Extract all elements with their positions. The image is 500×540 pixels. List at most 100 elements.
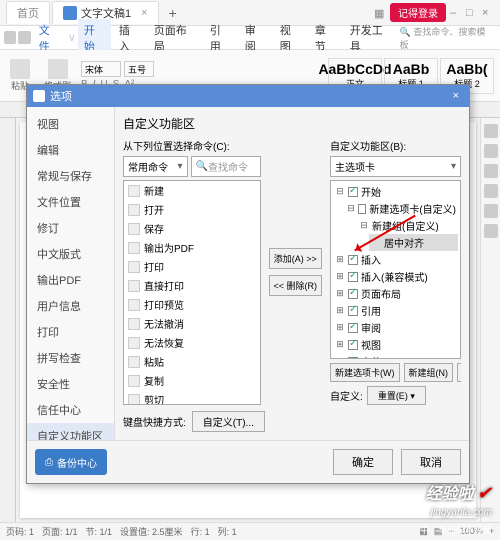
tab-close-icon[interactable]: × <box>141 7 147 19</box>
command-item[interactable]: 打开 <box>124 200 260 219</box>
checkbox[interactable] <box>348 289 358 299</box>
grid-icon[interactable]: ▦ <box>374 7 386 19</box>
checkbox[interactable] <box>348 255 358 265</box>
cancel-button[interactable]: 取消 <box>401 449 461 475</box>
minimize-icon[interactable]: – <box>450 7 462 19</box>
command-item[interactable]: 新建 <box>124 181 260 200</box>
side-tool-icon[interactable] <box>484 124 498 138</box>
checkbox[interactable] <box>348 306 358 316</box>
tree-item[interactable]: ⊟新建组(自定义) <box>357 217 458 234</box>
reset-button[interactable]: 重置(E) ▾ <box>367 386 426 405</box>
side-tool-icon[interactable] <box>484 144 498 158</box>
new-group-button[interactable]: 新建组(N) <box>404 363 454 382</box>
commands-listbox[interactable]: 新建打开保存输出为PDF打印直接打印打印预览无法撤消无法恢复粘贴复制剪切加粗居中… <box>123 180 261 405</box>
font-size-select[interactable]: 五号 <box>124 61 154 77</box>
status-page[interactable]: 页码: 1 <box>6 525 34 538</box>
dialog-title: 选项 <box>50 88 72 104</box>
nav-item[interactable]: 输出PDF <box>27 267 114 293</box>
side-tool-icon[interactable] <box>484 164 498 178</box>
maximize-icon[interactable]: □ <box>466 7 478 19</box>
dialog-titlebar[interactable]: 选项 × <box>27 85 469 107</box>
expand-icon[interactable]: ⊞ <box>335 305 345 316</box>
nav-item[interactable]: 常规与保存 <box>27 163 114 189</box>
nav-item[interactable]: 自定义功能区 <box>27 423 114 440</box>
tree-item[interactable]: ⊞引用 <box>333 302 458 319</box>
command-item[interactable]: 剪切 <box>124 390 260 405</box>
expand-icon[interactable]: ⊞ <box>335 356 345 359</box>
command-item[interactable]: 输出为PDF <box>124 238 260 257</box>
side-tool-icon[interactable] <box>484 184 498 198</box>
tree-item[interactable]: ⊞章节 <box>333 353 458 359</box>
tree-item[interactable]: ⊞审阅 <box>333 319 458 336</box>
menu-bar: 文件 ∨ 开始 插入 页面布局 引用 审阅 视图 章节 开发工具 🔍 查找命令、… <box>0 26 500 50</box>
nav-item[interactable]: 信任中心 <box>27 397 114 423</box>
tree-item[interactable]: ⊟新建选项卡(自定义) <box>345 200 458 217</box>
expand-icon[interactable]: ⊞ <box>335 254 345 265</box>
close-icon[interactable]: × <box>482 7 494 19</box>
nav-item[interactable]: 拼写检查 <box>27 345 114 371</box>
command-icon <box>128 204 140 216</box>
choose-commands-label: 从下列位置选择命令(C): <box>123 138 261 153</box>
nav-item[interactable]: 修订 <box>27 215 114 241</box>
nav-item[interactable]: 安全性 <box>27 371 114 397</box>
commands-category-combo[interactable]: 常用命令▾ <box>123 156 188 177</box>
side-tool-icon[interactable] <box>484 204 498 218</box>
checkbox[interactable] <box>348 323 358 333</box>
backup-center-button[interactable]: ⎙ 备份中心 <box>35 449 107 475</box>
expand-icon[interactable]: ⊞ <box>335 288 345 299</box>
tree-item[interactable]: 居中对齐 <box>369 234 458 251</box>
nav-item[interactable]: 文件位置 <box>27 189 114 215</box>
font-name-select[interactable]: 宋体 <box>81 61 121 77</box>
nav-item[interactable]: 中文版式 <box>27 241 114 267</box>
expand-icon[interactable]: ⊞ <box>335 322 345 333</box>
command-item[interactable]: 复制 <box>124 371 260 390</box>
command-item[interactable]: 无法恢复 <box>124 333 260 352</box>
nav-item[interactable]: 视图 <box>27 111 114 137</box>
tree-item[interactable]: ⊞插入 <box>333 251 458 268</box>
remove-button[interactable]: << 删除(R) <box>269 275 323 296</box>
expand-icon[interactable]: ⊟ <box>335 186 345 197</box>
undo-icon[interactable] <box>18 31 30 44</box>
command-item[interactable]: 保存 <box>124 219 260 238</box>
checkbox[interactable] <box>348 357 358 360</box>
ok-button[interactable]: 确定 <box>333 449 393 475</box>
command-item[interactable]: 粘贴 <box>124 352 260 371</box>
tree-item[interactable]: ⊟开始 <box>333 183 458 200</box>
command-item[interactable]: 无法撤消 <box>124 314 260 333</box>
customize-shortcuts-button[interactable]: 自定义(T)... <box>192 411 265 432</box>
command-item[interactable]: 打印预览 <box>124 295 260 314</box>
checkbox[interactable] <box>358 204 366 214</box>
save-icon[interactable] <box>4 31 16 44</box>
tree-item[interactable]: ⊞视图 <box>333 336 458 353</box>
tree-item[interactable]: ⊞页面布局 <box>333 285 458 302</box>
dialog-close-button[interactable]: × <box>449 90 463 102</box>
expand-icon[interactable]: ⊟ <box>359 220 369 231</box>
side-tool-icon[interactable] <box>484 224 498 238</box>
expand-icon[interactable]: ⊞ <box>335 271 345 282</box>
checkbox[interactable] <box>348 340 358 350</box>
status-pages[interactable]: 页面: 1/1 <box>42 525 78 538</box>
new-tab-button[interactable]: 新建选项卡(W) <box>330 363 400 382</box>
add-button[interactable]: 添加(A) >> <box>269 248 323 269</box>
checkbox[interactable] <box>348 272 358 282</box>
backup-icon: ⎙ <box>45 457 53 468</box>
rename-button[interactable]: 重命名(M)... <box>457 363 461 382</box>
nav-item[interactable]: 打印 <box>27 319 114 345</box>
chevron-down-icon: ▾ <box>177 161 182 172</box>
nav-item[interactable]: 用户信息 <box>27 293 114 319</box>
command-item[interactable]: 直接打印 <box>124 276 260 295</box>
expand-icon[interactable]: ⊞ <box>335 339 345 350</box>
nav-item[interactable]: 编辑 <box>27 137 114 163</box>
ribbon-tabs-combo[interactable]: 主选项卡▾ <box>330 156 461 177</box>
checkbox[interactable] <box>348 187 358 197</box>
search-commands-input[interactable]: 🔍 查找命令 <box>191 156 261 177</box>
brush-icon <box>48 59 68 79</box>
command-item[interactable]: 打印 <box>124 257 260 276</box>
ribbon-tree[interactable]: ⊟开始⊟新建选项卡(自定义)⊟新建组(自定义)居中对齐⊞插入⊞插入(兼容模式)⊞… <box>330 180 461 359</box>
tree-item[interactable]: ⊞插入(兼容模式) <box>333 268 458 285</box>
dialog-nav: 视图编辑常规与保存文件位置修订中文版式输出PDF用户信息打印拼写检查安全性信任中… <box>27 107 115 440</box>
command-icon <box>128 185 140 197</box>
login-button[interactable]: 记得登录 <box>390 3 446 22</box>
expand-icon[interactable]: ⊟ <box>347 203 355 214</box>
menu-search-hint[interactable]: 查找命令、搜索模板 <box>400 27 486 50</box>
